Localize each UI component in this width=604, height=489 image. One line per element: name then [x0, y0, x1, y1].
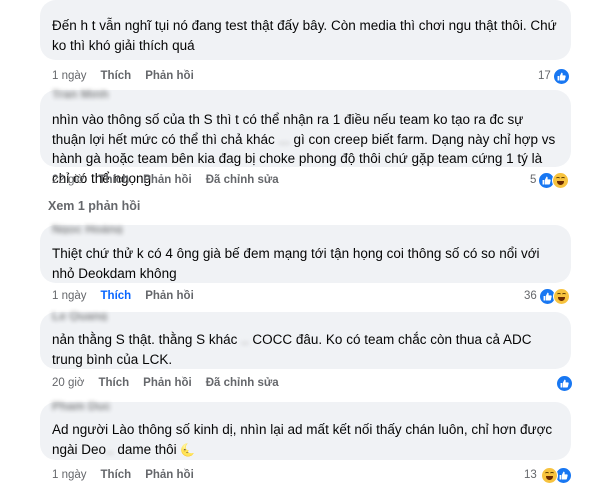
comment-bubble: Le Quang nản thằng S thật. thằng S khác … — [40, 312, 571, 369]
edited-label: Đã chỉnh sửa — [205, 377, 279, 389]
comment-author[interactable]: Ngọc Hoàng — [52, 225, 559, 234]
censored-word: ... — [278, 131, 290, 147]
comment-time[interactable]: 22 giờ — [52, 174, 84, 186]
like-reaction-icon — [552, 67, 570, 85]
haha-reaction-icon — [552, 171, 570, 189]
comment-bubble: Tran Minh nhìn vào thông số của th S thì… — [40, 90, 571, 186]
comment-author[interactable]: Pham Duc — [52, 402, 559, 411]
comment-actions: 20 giờ Thích Phản hồi Đã chỉnh sửa — [52, 375, 279, 391]
crescent-moon-emoji: 🌜 — [180, 442, 196, 457]
reaction-summary[interactable]: 36 — [524, 287, 570, 305]
censored-word: .. — [106, 441, 114, 457]
haha-reaction-icon — [552, 287, 570, 305]
reaction-summary[interactable]: 5 — [530, 171, 570, 189]
comment-text: Thiệt chứ thử k có 4 ông già bế đem mạng… — [52, 246, 540, 281]
comment-text: Đến h t vẫn nghĩ tụi nó đang test thật đ… — [52, 18, 557, 53]
like-button[interactable]: Thích — [101, 70, 132, 82]
comment-author[interactable]: Le Quang — [52, 312, 559, 321]
haha-reaction-icon — [540, 466, 558, 484]
comment-text-part: dame thôi — [113, 441, 181, 457]
comment-actions: 1 ngày Thích Phản hồi — [52, 288, 194, 304]
comment-time[interactable]: 1 ngày — [52, 70, 87, 82]
comment-time[interactable]: 20 giờ — [52, 377, 84, 389]
comment-bubble: Ngọc Hoàng Thiệt chứ thử k có 4 ông già … — [40, 225, 571, 283]
like-button[interactable]: Thích — [98, 174, 129, 186]
comment-time[interactable]: 1 ngày — [52, 469, 87, 481]
reaction-summary[interactable]: 13 — [524, 466, 572, 484]
like-button[interactable]: Thích — [101, 290, 132, 302]
reply-button[interactable]: Phản hồi — [143, 377, 192, 389]
comment-text-part: nản thằng S thật. thằng S khác — [52, 332, 242, 347]
censored-word: .. — [241, 332, 249, 347]
like-reaction-icon — [556, 374, 573, 392]
comment-text: nản thằng S thật. thằng S khác .. COCC đ… — [52, 321, 559, 369]
reaction-summary[interactable] — [554, 374, 573, 392]
reaction-count: 36 — [524, 290, 537, 302]
view-replies-link[interactable]: Xem 1 phản hồi — [48, 199, 140, 213]
comment-actions: 1 ngày Thích Phản hồi — [52, 467, 194, 483]
reply-button[interactable]: Phản hồi — [145, 469, 194, 481]
like-button[interactable]: Thích — [98, 377, 129, 389]
reaction-count: 13 — [524, 469, 537, 481]
reaction-count: 5 — [530, 174, 537, 186]
comment-text: Ad người Lào thông số kinh dị, nhìn lại … — [52, 411, 559, 460]
reaction-count: 17 — [538, 70, 551, 82]
comment-time[interactable]: 1 ngày — [52, 290, 87, 302]
comment-bubble: Đến h t vẫn nghĩ tụi nó đang test thật đ… — [40, 0, 571, 60]
reply-button[interactable]: Phản hồi — [145, 290, 194, 302]
comment-actions: 22 giờ Thích Phản hồi Đã chỉnh sửa — [52, 172, 279, 188]
like-button[interactable]: Thích — [101, 469, 132, 481]
comment-author[interactable]: Tran Minh — [52, 90, 559, 99]
comment-bubble: Pham Duc Ad người Lào thông số kinh dị, … — [40, 402, 571, 460]
reply-button[interactable]: Phản hồi — [145, 70, 194, 82]
comment-actions: 1 ngày Thích Phản hồi — [52, 68, 194, 84]
reaction-summary[interactable]: 17 — [538, 67, 570, 85]
reply-button[interactable]: Phản hồi — [143, 174, 192, 186]
edited-label: Đã chỉnh sửa — [205, 174, 279, 186]
